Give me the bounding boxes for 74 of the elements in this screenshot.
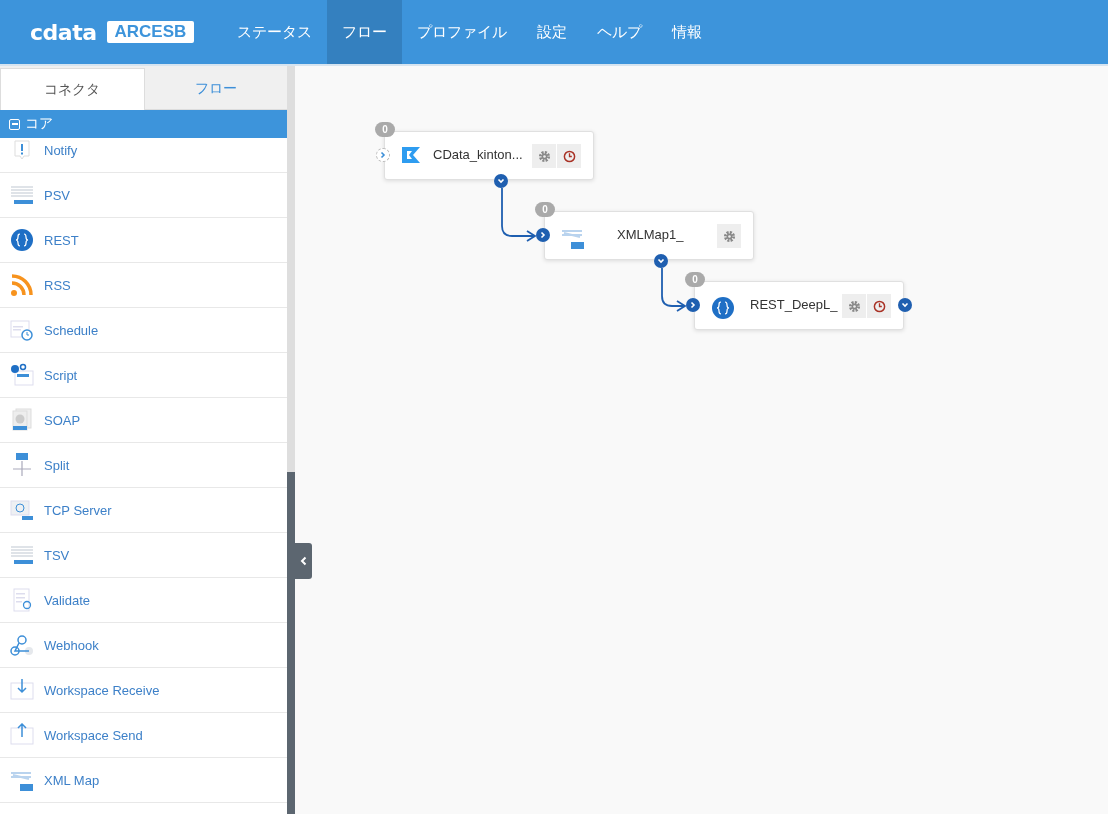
connector-arrow [501, 187, 537, 242]
file-icon [10, 183, 34, 207]
collapse-handle[interactable] [295, 543, 312, 579]
output-port[interactable] [898, 298, 912, 312]
clock-icon [562, 149, 576, 163]
chevron-down-icon [497, 177, 505, 185]
gear-window-icon [10, 363, 34, 387]
settings-button[interactable] [717, 224, 741, 248]
count-badge: 0 [535, 202, 555, 217]
braces-icon [711, 296, 735, 320]
connector-item[interactable]: REST [0, 218, 287, 263]
settings-icon [537, 149, 551, 163]
connector-item[interactable]: Validate [0, 578, 287, 623]
file-icon [10, 543, 34, 567]
connector-item[interactable]: Notify [0, 138, 287, 173]
split-arrows-icon [10, 453, 34, 477]
server-icon [10, 498, 34, 522]
connector-item[interactable]: TSV [0, 533, 287, 578]
feed-icon [10, 273, 34, 297]
calendar-clock-icon [10, 318, 34, 342]
input-port[interactable] [686, 298, 700, 312]
nav-tab[interactable]: ステータス [222, 0, 327, 64]
connector-item[interactable]: PSV [0, 173, 287, 218]
schedule-button[interactable] [557, 144, 581, 168]
webhook-icon [10, 633, 34, 657]
category-header[interactable]: コア [0, 110, 287, 138]
connector-item[interactable]: Workspace Receive [0, 668, 287, 713]
chevron-right-icon [539, 231, 547, 239]
nav-tab[interactable]: 設定 [522, 0, 582, 64]
settings-icon [847, 299, 861, 313]
braces-icon [10, 228, 34, 252]
count-badge: 0 [685, 272, 705, 287]
category-label: コア [25, 115, 53, 133]
node-name: XMLMap1_ [617, 227, 684, 242]
input-port[interactable] [376, 148, 390, 162]
c-logo-icon [401, 146, 421, 164]
input-port[interactable] [536, 228, 550, 242]
connector-item[interactable]: SOAP [0, 398, 287, 443]
brand-logo: cdata [30, 19, 97, 45]
node-name: CData_kinton... [433, 147, 523, 162]
chevron-down-icon [657, 257, 665, 265]
connector-item[interactable]: TCP Server [0, 488, 287, 533]
settings-button[interactable] [532, 144, 556, 168]
scrollbar-thumb[interactable] [287, 472, 295, 814]
chevron-right-icon [689, 301, 697, 309]
node-name: REST_DeepL_ [750, 297, 838, 312]
output-port[interactable] [654, 254, 668, 268]
nav-tab[interactable]: 情報 [657, 0, 717, 64]
connector-item[interactable]: RSS [0, 263, 287, 308]
connector-item[interactable]: Webhook [0, 623, 287, 668]
connector-arrow [661, 267, 687, 312]
chevron-left-icon [300, 556, 307, 566]
nav-tab[interactable]: ヘルプ [582, 0, 657, 64]
upload-icon [10, 723, 34, 747]
download-icon [10, 678, 34, 702]
count-badge: 0 [375, 122, 395, 137]
document-globe-icon [10, 408, 34, 432]
output-port[interactable] [494, 174, 508, 188]
settings-button[interactable] [842, 294, 866, 318]
connector-item[interactable]: XML Map [0, 758, 287, 803]
document-check-icon [10, 588, 34, 612]
chevron-right-icon [379, 151, 387, 159]
panel-tab[interactable]: コネクタ [0, 68, 145, 110]
schedule-button[interactable] [867, 294, 891, 318]
clock-icon [872, 299, 886, 313]
connector-item[interactable]: Workspace Send [0, 713, 287, 758]
connector-item[interactable]: Schedule [0, 308, 287, 353]
connector-item[interactable]: Split [0, 443, 287, 488]
nav-tab[interactable]: プロファイル [402, 0, 522, 64]
connector-item[interactable]: Script [0, 353, 287, 398]
settings-icon [722, 229, 736, 243]
product-badge: ARCESB [106, 21, 195, 43]
chevron-down-icon [901, 301, 909, 309]
nav-tab[interactable]: フロー [327, 0, 402, 64]
